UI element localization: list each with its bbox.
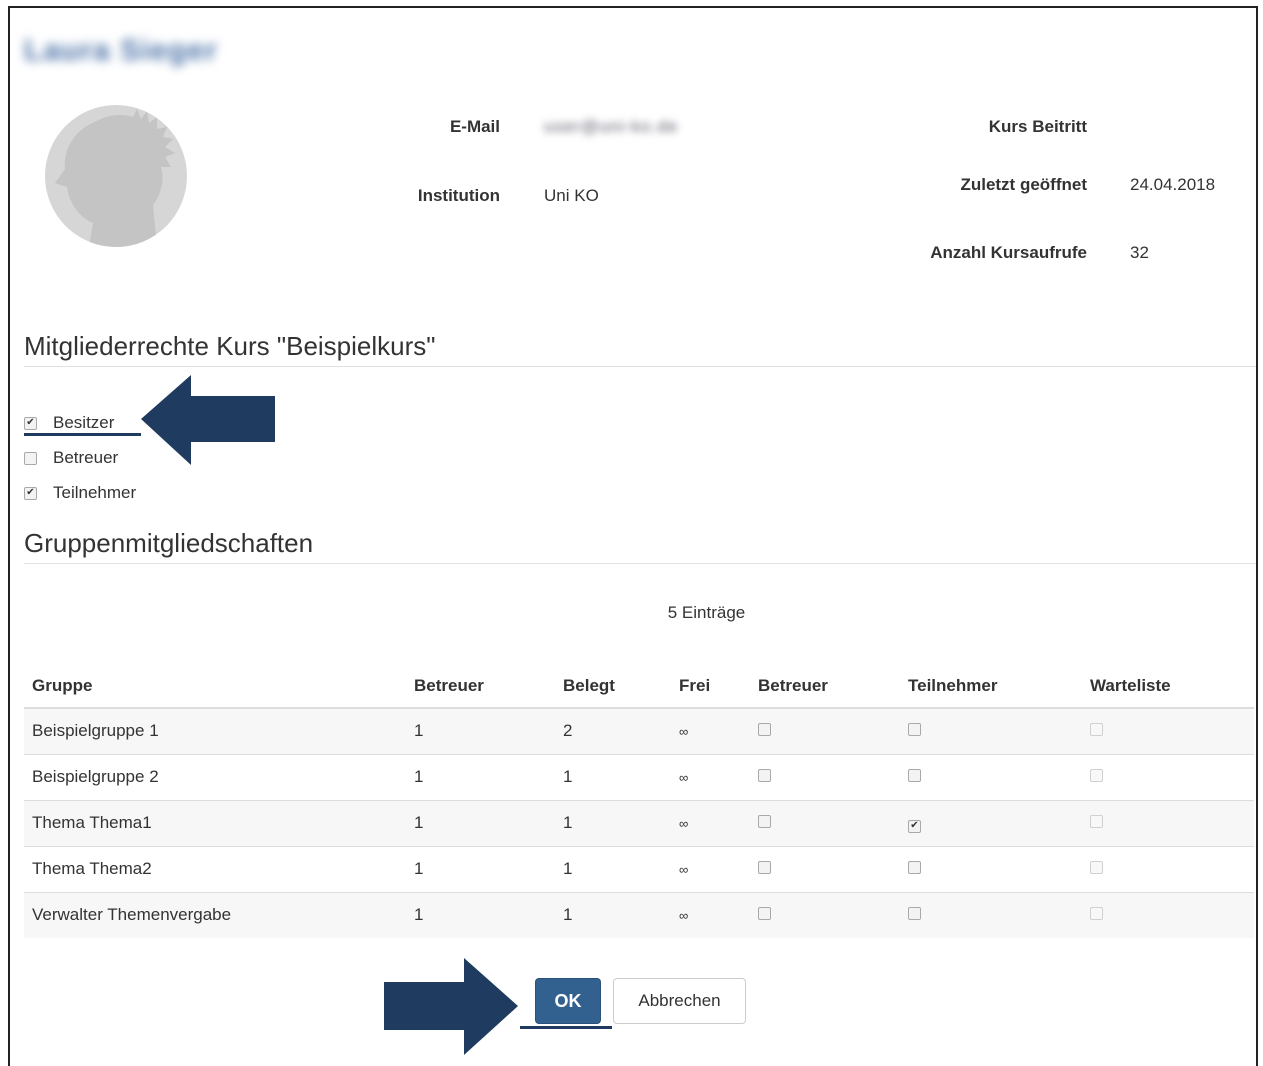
betreuer-checkbox[interactable]	[758, 861, 771, 874]
cell-betreuer: 1	[406, 707, 555, 754]
cell-frei: ∞	[671, 707, 750, 754]
email-value: user@uni-ko.de	[544, 117, 679, 136]
teilnehmer-checkbox[interactable]	[908, 769, 921, 782]
entries-count: 5 Einträge	[667, 603, 746, 622]
aufrufe-label: Anzahl Kursaufrufe	[930, 243, 1087, 262]
column-header[interactable]: Betreuer	[406, 664, 555, 709]
role-betreuer-checkbox[interactable]	[24, 451, 37, 465]
table-row: Beispielgruppe 2 1 1 ∞	[24, 753, 1254, 800]
role-teilnehmer-label: Teilnehmer	[53, 483, 137, 502]
role-teilnehmer-checkbox[interactable]: ✔	[24, 486, 37, 500]
annotation-underline	[520, 1026, 612, 1029]
cell-belegt: 1	[555, 753, 671, 800]
cell-gruppe: Beispielgruppe 1	[24, 707, 406, 754]
warteliste-checkbox	[1090, 815, 1103, 828]
cell-frei: ∞	[671, 845, 750, 892]
role-teilnehmer[interactable]: ✔ Teilnehmer	[24, 481, 136, 505]
cell-belegt: 1	[555, 891, 671, 938]
table-row: Beispielgruppe 1 1 2 ∞	[24, 707, 1254, 754]
cell-gruppe: Verwalter Themenvergabe	[24, 891, 406, 938]
betreuer-checkbox[interactable]	[758, 769, 771, 782]
teilnehmer-checkbox[interactable]	[908, 907, 921, 921]
institution-value: Uni KO	[544, 186, 599, 205]
column-header[interactable]: Frei	[671, 664, 750, 709]
kurs-beitritt-label: Kurs Beitritt	[988, 117, 1087, 136]
institution-label: Institution	[417, 186, 500, 205]
role-betreuer[interactable]: Betreuer	[24, 446, 118, 470]
cell-frei: ∞	[671, 799, 750, 846]
groups-table: Gruppe Betreuer Belegt Frei Betreuer Tei…	[24, 664, 1254, 938]
table-row: Thema Thema2 1 1 ∞	[24, 845, 1254, 892]
zuletzt-value: 24.04.2018	[1130, 175, 1216, 194]
table-row: Verwalter Themenvergabe 1 1 ∞	[24, 891, 1254, 938]
groups-title: Gruppenmitgliedschaften	[24, 528, 314, 558]
rights-title: Mitgliederrechte Kurs "Beispielkurs"	[24, 331, 436, 361]
warteliste-checkbox	[1090, 723, 1103, 737]
column-header[interactable]: Betreuer	[750, 664, 900, 709]
cell-betreuer: 1	[406, 799, 555, 846]
divider	[24, 563, 1256, 564]
teilnehmer-checkbox[interactable]: ✔	[908, 819, 921, 833]
role-besitzer[interactable]: ✔ Besitzer	[24, 411, 114, 435]
cell-frei: ∞	[671, 753, 750, 800]
divider	[24, 366, 1256, 367]
avatar	[45, 105, 187, 247]
warteliste-checkbox	[1090, 907, 1103, 921]
cell-gruppe: Thema Thema2	[24, 845, 406, 892]
betreuer-checkbox[interactable]	[758, 723, 771, 737]
cell-belegt: 1	[555, 845, 671, 892]
zuletzt-label: Zuletzt geöffnet	[960, 175, 1087, 194]
warteliste-checkbox	[1090, 769, 1103, 782]
column-header[interactable]: Belegt	[555, 664, 671, 709]
user-name: Laura Sieger	[24, 34, 218, 67]
ok-button[interactable]: OK	[535, 978, 601, 1024]
column-header[interactable]: Gruppe	[24, 664, 406, 709]
column-header[interactable]: Warteliste	[1082, 664, 1254, 709]
table-row: Thema Thema1 1 1 ∞ ✔	[24, 799, 1254, 846]
role-besitzer-checkbox[interactable]: ✔	[24, 416, 37, 430]
teilnehmer-checkbox[interactable]	[908, 861, 921, 874]
arrow-right-icon	[384, 958, 518, 1055]
email-label: E-Mail	[449, 117, 500, 136]
user-silhouette-icon	[55, 109, 175, 247]
aufrufe-value: 32	[1130, 243, 1149, 262]
table-header: Gruppe Betreuer Belegt Frei Betreuer Tei…	[24, 664, 1254, 709]
role-betreuer-label: Betreuer	[53, 448, 119, 467]
cell-gruppe: Beispielgruppe 2	[24, 753, 406, 800]
annotation-underline	[24, 433, 141, 436]
cell-gruppe: Thema Thema1	[24, 799, 406, 846]
cell-frei: ∞	[671, 891, 750, 938]
warteliste-checkbox	[1090, 861, 1103, 874]
teilnehmer-checkbox[interactable]	[908, 723, 921, 737]
arrow-left-icon	[141, 375, 275, 465]
cell-belegt: 2	[555, 707, 671, 754]
cell-betreuer: 1	[406, 753, 555, 800]
cell-belegt: 1	[555, 799, 671, 846]
cancel-button[interactable]: Abbrechen	[613, 978, 746, 1024]
cell-betreuer: 1	[406, 891, 555, 938]
betreuer-checkbox[interactable]	[758, 907, 771, 921]
role-besitzer-label: Besitzer	[53, 413, 115, 432]
cell-betreuer: 1	[406, 845, 555, 892]
column-header[interactable]: Teilnehmer	[900, 664, 1082, 709]
betreuer-checkbox[interactable]	[758, 815, 771, 828]
